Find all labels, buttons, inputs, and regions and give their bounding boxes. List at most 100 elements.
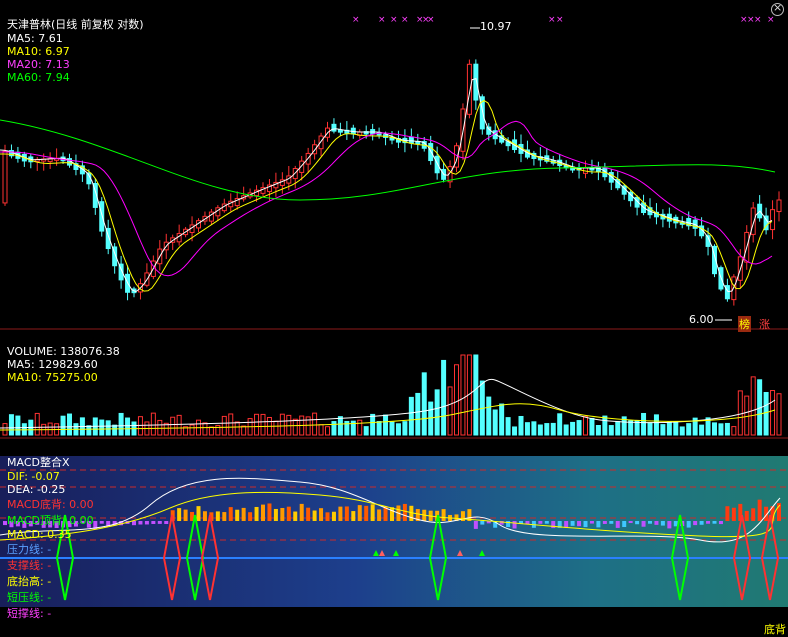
volume-bar bbox=[615, 420, 621, 436]
volume-bar bbox=[563, 424, 569, 436]
volume-readout: VOLUME: 138076.38 bbox=[7, 345, 120, 358]
support-line-readout: 支撑线: - bbox=[7, 559, 52, 572]
volume-bar bbox=[176, 414, 182, 436]
signal-marker: × bbox=[548, 15, 556, 25]
volume-bar bbox=[389, 421, 395, 436]
volume-bar bbox=[647, 422, 653, 436]
volume-bar bbox=[157, 419, 163, 436]
volume-bar bbox=[202, 422, 208, 436]
limit-up-badge[interactable]: 涨 bbox=[759, 316, 770, 332]
candle bbox=[473, 63, 479, 101]
volume-bar bbox=[402, 421, 408, 436]
volume-bar bbox=[505, 417, 511, 436]
ma20-readout: MA20: 7.13 bbox=[7, 58, 70, 71]
volume-bar bbox=[531, 421, 537, 436]
volume-bar bbox=[363, 426, 369, 436]
volume-bar bbox=[486, 396, 492, 436]
volume-bar bbox=[125, 417, 131, 436]
volume-bar bbox=[460, 354, 466, 436]
volume-bar bbox=[8, 414, 14, 436]
pressure-line-readout: 压力线: - bbox=[7, 543, 52, 556]
price-header: 天津普林(日线 前复权 对数) MA5: 7.61 MA10: 6.97 MA2… bbox=[0, 3, 144, 84]
ma60-readout: MA60: 7.94 bbox=[7, 71, 70, 84]
signal-marker: × bbox=[378, 15, 386, 25]
volume-bar bbox=[292, 418, 298, 436]
volume-bar bbox=[666, 421, 672, 436]
candle bbox=[337, 129, 343, 133]
volume-bar bbox=[105, 420, 111, 436]
volume-bar bbox=[537, 424, 543, 436]
volume-bar bbox=[376, 421, 382, 436]
volume-bar bbox=[447, 386, 453, 436]
close-icon: × bbox=[773, 1, 783, 14]
volume-bar bbox=[337, 416, 343, 436]
volume-bar bbox=[744, 395, 750, 436]
volume-bar bbox=[170, 416, 176, 436]
volume-bar bbox=[415, 392, 421, 436]
macd-title: MACD整合X bbox=[7, 456, 70, 469]
volume-bar bbox=[279, 413, 285, 436]
signal-marker: × bbox=[754, 15, 762, 25]
volume-bar bbox=[595, 425, 601, 436]
vol-ma5-readout: MA5: 129829.60 bbox=[7, 358, 98, 371]
volume-bar bbox=[370, 413, 376, 436]
volume-bar bbox=[544, 423, 550, 436]
volume-bar bbox=[660, 424, 666, 436]
volume-bar bbox=[524, 422, 530, 436]
candle bbox=[466, 63, 472, 115]
short-pressure-readout: 短压线: - bbox=[7, 591, 52, 604]
dif-readout: DIF: -0.07 bbox=[7, 470, 60, 483]
volume-bar bbox=[776, 393, 782, 436]
volume-bar bbox=[118, 412, 124, 436]
macd-top-divergence: MACD顶背: 0.00 bbox=[7, 514, 94, 527]
volume-bar bbox=[576, 420, 582, 436]
volume-bar bbox=[273, 420, 279, 436]
volume-bar bbox=[699, 424, 705, 436]
signal-marker: × bbox=[352, 15, 360, 25]
volume-bar bbox=[60, 415, 66, 436]
volume-bar bbox=[34, 412, 40, 436]
volume-bar bbox=[608, 425, 614, 436]
volume-bar bbox=[712, 422, 717, 436]
volume-bar bbox=[86, 425, 92, 436]
volume-bar bbox=[331, 421, 337, 436]
stock-name: 天津普林 bbox=[7, 18, 51, 31]
volume-bar bbox=[518, 415, 524, 436]
volume-bar bbox=[492, 409, 498, 436]
volume-bar bbox=[718, 423, 724, 436]
macd-header: MACD整合X DIF: -0.07 DEA: -0.25 MACD底背: 0.… bbox=[0, 441, 788, 636]
chart-mode: (日线 前复权 对数) bbox=[51, 18, 144, 31]
volume-bar bbox=[499, 403, 505, 436]
bottom-raise-readout: 底抬高: - bbox=[7, 575, 52, 588]
candle bbox=[770, 209, 776, 231]
volume-bar bbox=[150, 412, 156, 436]
volume-bar bbox=[260, 413, 266, 436]
volume-bar bbox=[15, 415, 21, 436]
candle bbox=[99, 201, 105, 232]
candle bbox=[776, 199, 782, 213]
volume-bar bbox=[312, 412, 318, 436]
volume-bar bbox=[383, 414, 389, 436]
volume-bar bbox=[570, 421, 576, 436]
candle bbox=[318, 135, 324, 150]
volume-header: VOLUME: 138076.38 MA5: 129829.60 MA10: 7… bbox=[0, 332, 120, 384]
volume-bar bbox=[112, 424, 118, 436]
volume-bar bbox=[512, 426, 518, 436]
signal-marker: × bbox=[556, 15, 564, 25]
volume-bar bbox=[286, 414, 292, 436]
volume-bar bbox=[408, 396, 414, 436]
volume-bar bbox=[189, 424, 195, 436]
rank-badge[interactable]: 榜 bbox=[738, 316, 751, 332]
volume-bar bbox=[686, 423, 692, 436]
candle bbox=[415, 141, 421, 145]
volume-bar bbox=[67, 413, 72, 436]
volume-bar bbox=[550, 422, 556, 436]
volume-bar bbox=[221, 415, 227, 436]
volume-bar bbox=[679, 426, 685, 436]
close-panel-button[interactable]: × bbox=[771, 1, 784, 16]
volume-bar bbox=[2, 423, 8, 436]
volume-bar bbox=[602, 415, 608, 436]
volume-bar bbox=[99, 419, 105, 436]
volume-bar bbox=[641, 412, 647, 436]
volume-bar bbox=[441, 359, 447, 436]
